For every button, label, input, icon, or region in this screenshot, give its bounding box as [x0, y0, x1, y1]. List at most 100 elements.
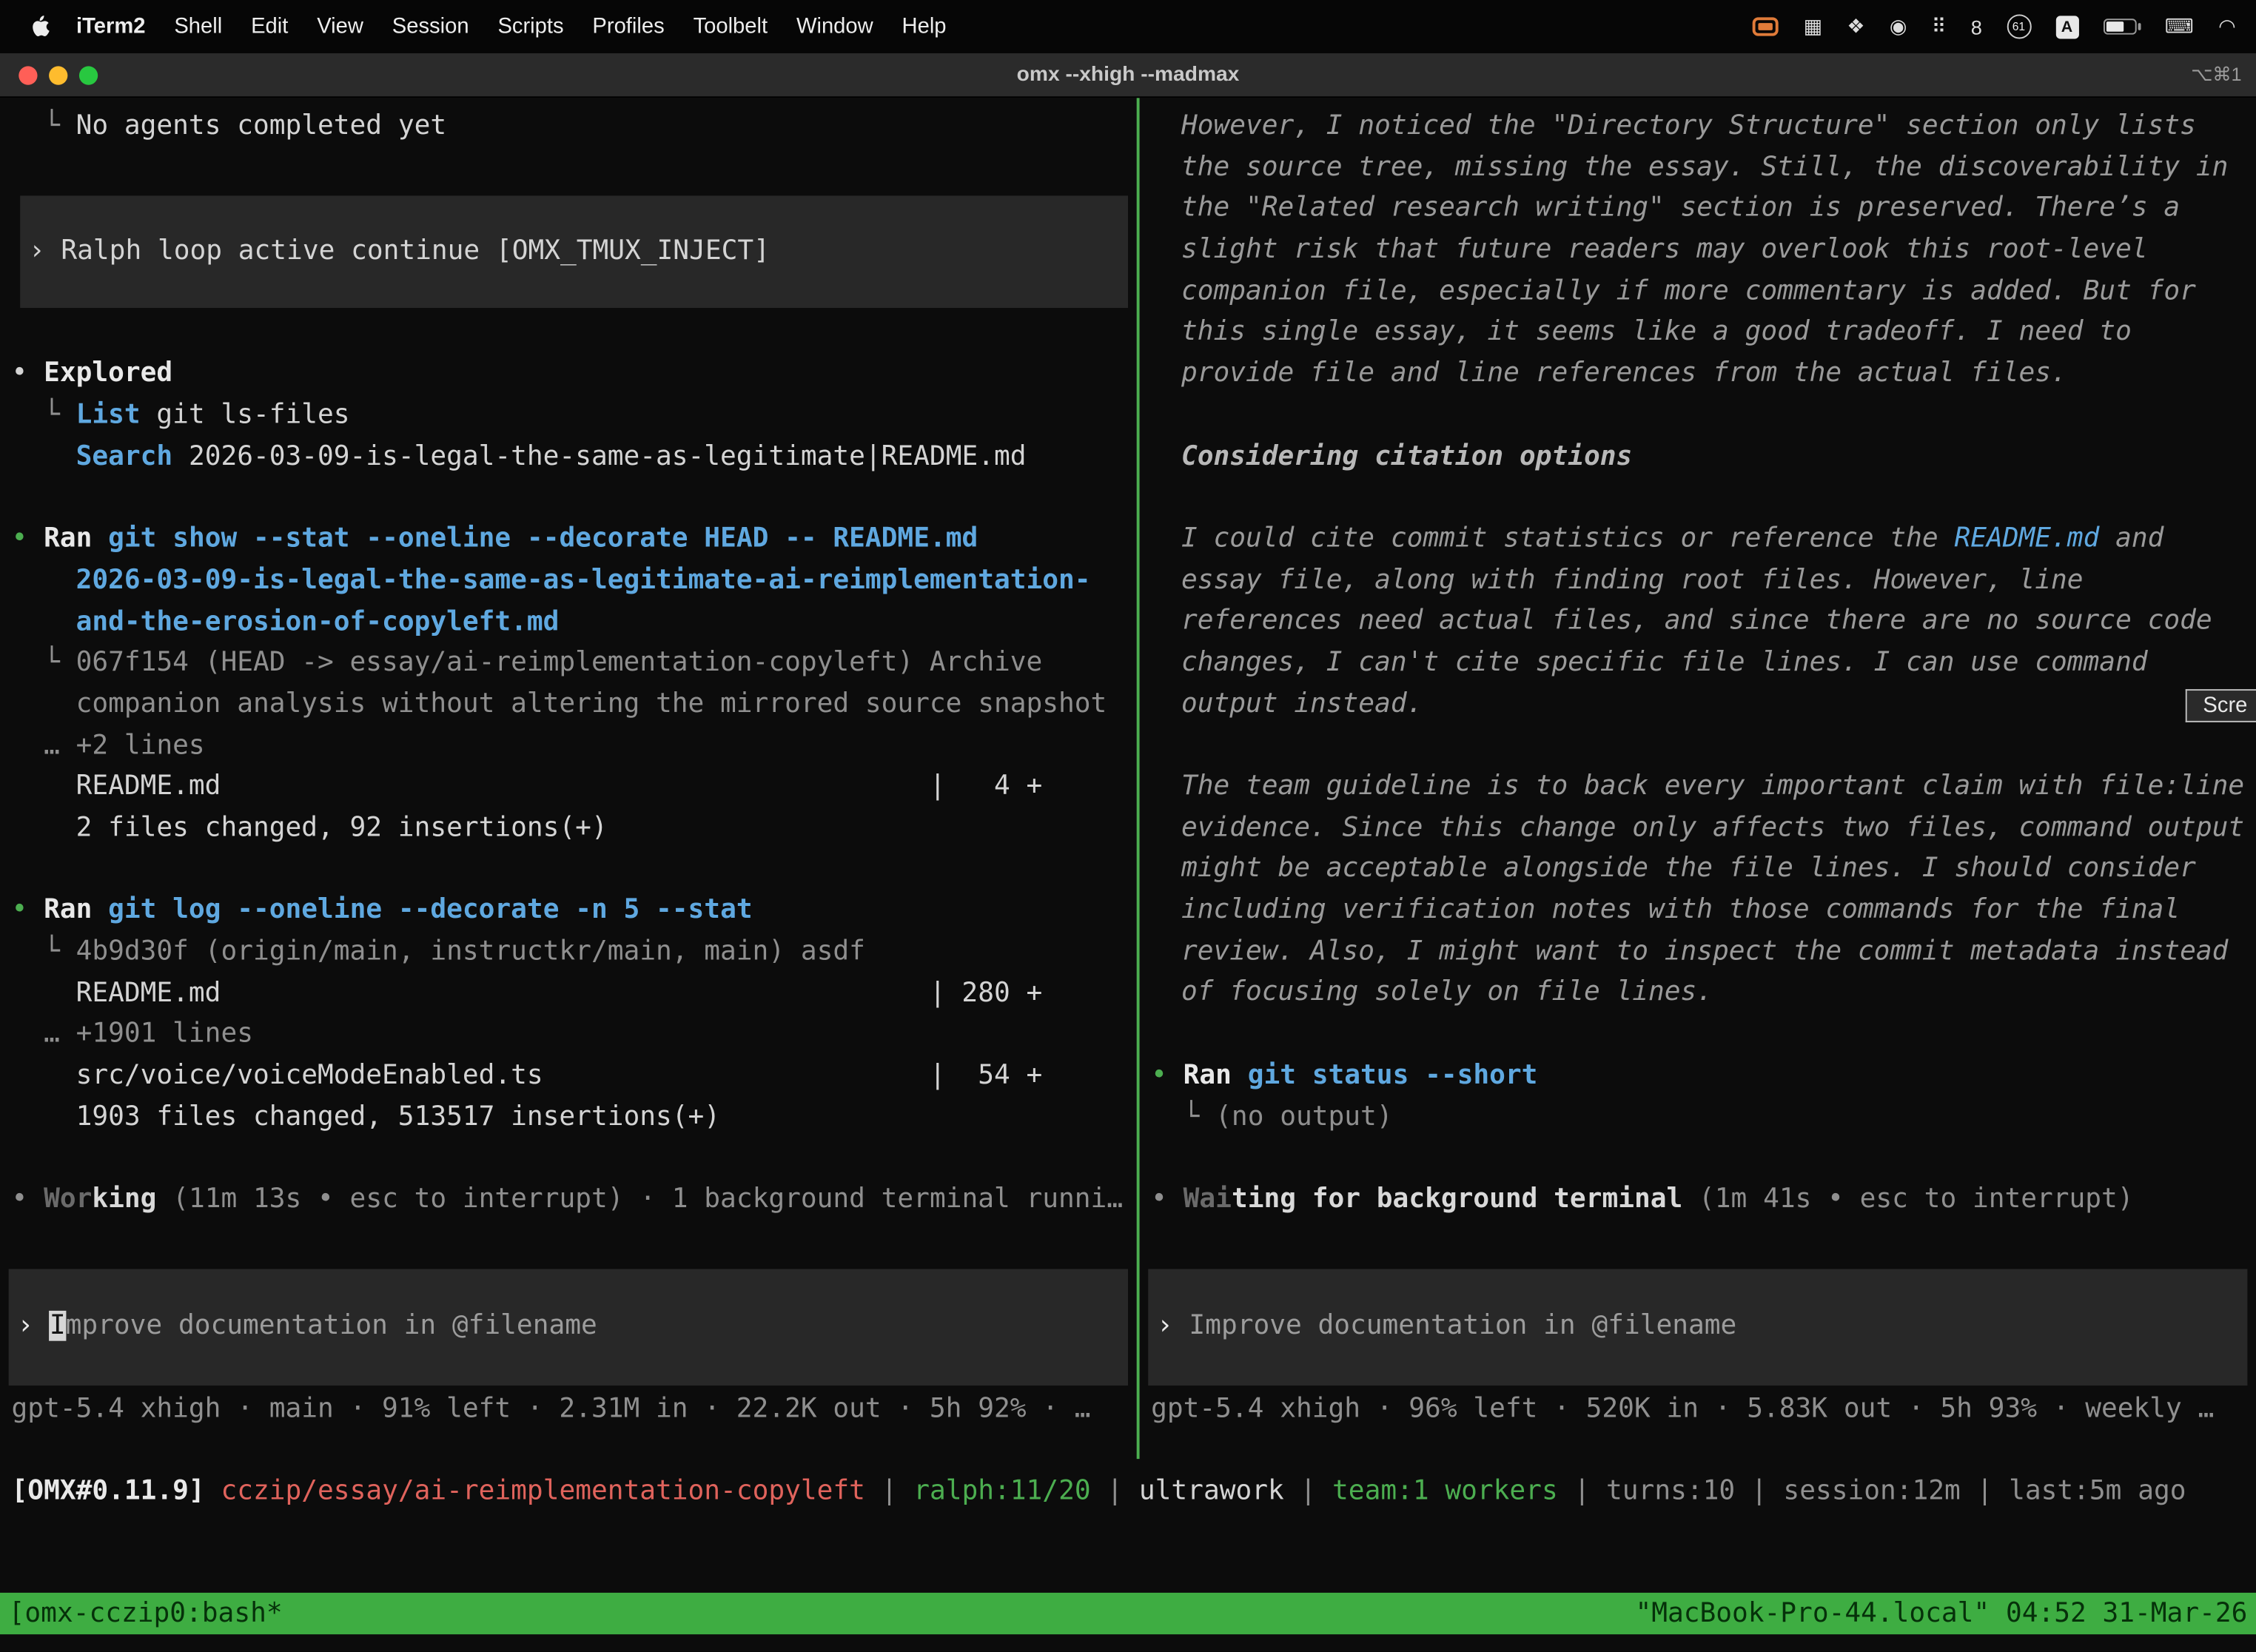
- terminal-line: changes, I can't cite specific file line…: [1181, 643, 2256, 685]
- terminal-line: … +1901 lines: [12, 1015, 1137, 1056]
- terminal-line: 2 files changed, 92 insertions(+): [12, 808, 1137, 850]
- input-source-badge[interactable]: A: [2055, 15, 2078, 38]
- model-status-line-right: gpt-5.4 xhigh · 96% left · 520K in · 5.8…: [1140, 1389, 2256, 1430]
- blank-line: [12, 478, 1137, 520]
- screenshot-notification[interactable]: Scre: [2186, 689, 2256, 722]
- camera-icon[interactable]: ◉: [1890, 14, 1907, 38]
- menu-item-toolbelt[interactable]: Toolbelt: [679, 14, 782, 38]
- blank-line: [1151, 478, 2256, 520]
- blank-line: [1151, 1138, 2256, 1180]
- terminal-line: └ No agents completed yet: [12, 107, 1137, 148]
- tmux-pane-right: However, I noticed the "Directory Struct…: [1140, 98, 2256, 1459]
- terminal-line: I could cite commit statistics or refere…: [1181, 520, 2256, 561]
- menu-item-view[interactable]: View: [303, 14, 378, 38]
- dots-grid-icon[interactable]: ⠿: [1932, 14, 1947, 38]
- terminal-area: └ No agents completed yet › Ralph loop ac…: [0, 98, 2256, 1651]
- terminal-line: Search 2026-03-09-is-legal-the-same-as-l…: [12, 437, 1137, 478]
- terminal-line: Considering citation options: [1181, 437, 2256, 478]
- terminal-gap: [0, 1512, 2256, 1593]
- window-shortcut-badge: ⌥⌘1: [2191, 64, 2241, 87]
- menu-item-shell[interactable]: Shell: [160, 14, 237, 38]
- blank-line: [1151, 1015, 2256, 1056]
- tmux-session-info: [omx-cczip0:bash*: [9, 1593, 283, 1634]
- traffic-lights: [0, 65, 98, 84]
- menu-item-edit[interactable]: Edit: [237, 14, 303, 38]
- apple-logo-icon: [29, 13, 50, 39]
- terminal-line: companion file, especially if more comme…: [1181, 272, 2256, 313]
- terminal-line: the source tree, missing the essay. Stil…: [1181, 148, 2256, 189]
- terminal-line: • Ran git log --oneline --decorate -n 5 …: [12, 891, 1137, 933]
- menu-item-session[interactable]: Session: [377, 14, 483, 38]
- window-title-bar: omx --xhigh --madmax ⌥⌘1: [0, 53, 2256, 98]
- terminal-line: └ (no output): [1151, 1097, 2256, 1138]
- minimize-button[interactable]: [49, 65, 67, 84]
- terminal-line: └ 067f154 (HEAD -> essay/ai-reimplementa…: [12, 643, 1137, 685]
- terminal-line: the "Related research writing" section i…: [1181, 189, 2256, 230]
- terminal-line: slight risk that future readers may over…: [1181, 230, 2256, 272]
- terminal-line: The team guideline is to back every impo…: [1181, 767, 2256, 808]
- bottom-strip: [0, 1634, 2256, 1651]
- terminal-line: › Ralph loop active continue [OMX_TMUX_I…: [29, 231, 1119, 272]
- menu-item-help[interactable]: Help: [887, 14, 961, 38]
- blank-line: [1151, 395, 2256, 437]
- pane-right-output: However, I noticed the "Directory Struct…: [1140, 98, 2256, 1269]
- terminal-line: references need actual files, and since …: [1181, 602, 2256, 643]
- tmux-host-time: "MacBook-Pro-44.local" 04:52 31-Mar-26: [1635, 1593, 2247, 1634]
- terminal-line: provide file and line references from th…: [1181, 354, 2256, 395]
- iterm2-window: iTerm2ShellEditViewSessionScriptsProfile…: [0, 0, 2256, 1652]
- terminal-line: However, I noticed the "Directory Struct…: [1181, 107, 2256, 148]
- prompt-input-left[interactable]: › Improve documentation in @filename: [9, 1269, 1128, 1386]
- terminal-line: • Ran git status --short: [1151, 1055, 2256, 1097]
- terminal-line: • Ran git show --stat --oneline --decora…: [12, 520, 1137, 561]
- injected-prompt-box: › Ralph loop active continue [OMX_TMUX_I…: [20, 195, 1128, 309]
- terminal-line: README.md | 4 +: [12, 768, 1137, 809]
- terminal-line: output instead.: [1181, 685, 2256, 726]
- terminal-line: review. Also, I might want to inspect th…: [1181, 932, 2256, 973]
- terminal-line: this single essay, it seems like a good …: [1181, 313, 2256, 355]
- battery-gauge-icon[interactable]: 61: [2007, 14, 2031, 38]
- macos-menu-bar: iTerm2ShellEditViewSessionScriptsProfile…: [0, 0, 2256, 53]
- model-status-line-left: gpt-5.4 xhigh · main · 91% left · 2.31M …: [0, 1389, 1137, 1430]
- terminal-line: might be acceptable alongside the file l…: [1181, 850, 2256, 891]
- terminal-line: 1903 files changed, 513517 insertions(+): [12, 1098, 1137, 1139]
- apple-menu[interactable]: [29, 13, 50, 39]
- blank-line: [12, 850, 1137, 891]
- menu-item-iterm2[interactable]: iTerm2: [62, 14, 160, 38]
- terminal-line: README.md | 280 +: [12, 973, 1137, 1015]
- terminal-line: • Explored: [12, 355, 1137, 396]
- blank-line: [1151, 725, 2256, 767]
- blank-line: [12, 1138, 1137, 1180]
- prompt-text-left: › Improve documentation in @filename: [17, 1307, 1119, 1349]
- screen-recording-indicator[interactable]: [1753, 17, 1779, 36]
- tmux-status-bar: [omx-cczip0:bash* "MacBook-Pro-44.local"…: [0, 1593, 2256, 1634]
- terminal-line: essay file, along with finding root file…: [1181, 560, 2256, 602]
- prompt-input-right[interactable]: › Improve documentation in @filename: [1148, 1269, 2247, 1386]
- pane-left-output: └ No agents completed yet › Ralph loop ac…: [0, 98, 1137, 1269]
- tmux-panes: └ No agents completed yet › Ralph loop ac…: [0, 98, 2256, 1459]
- terminal-line: src/voice/voiceModeEnabled.ts | 54 +: [12, 1056, 1137, 1098]
- menu-items: iTerm2ShellEditViewSessionScriptsProfile…: [62, 14, 961, 38]
- terminal-line: and-the-erosion-of-copyleft.md: [12, 602, 1137, 644]
- omx-status-line: [OMX#0.11.9] cczip/essay/ai-reimplementa…: [0, 1471, 2256, 1512]
- terminal-line: • Waiting for background terminal (1m 41…: [1151, 1180, 2256, 1221]
- zoom-button[interactable]: [79, 65, 98, 84]
- menu-item-window[interactable]: Window: [782, 14, 888, 38]
- terminal-line: including verification notes with those …: [1181, 890, 2256, 932]
- terminal-line: evidence. Since this change only affects…: [1181, 808, 2256, 850]
- terminal-line: 2026-03-09-is-legal-the-same-as-legitima…: [12, 561, 1137, 602]
- menu-item-profiles[interactable]: Profiles: [578, 14, 679, 38]
- wifi-icon[interactable]: ◠: [2218, 14, 2236, 38]
- terminal-line: companion analysis without altering the …: [12, 685, 1137, 726]
- terminal-line: • Working (11m 13s • esc to interrupt) ·…: [12, 1180, 1137, 1221]
- menu-bar-status-icons: ▦ ❖ ◉ ⠿ 8 61 A ⌨ ◠: [1753, 14, 2236, 38]
- close-button[interactable]: [19, 65, 37, 84]
- hook-icon[interactable]: 8: [1971, 15, 1982, 38]
- terminal-line: └ List git ls-files: [12, 396, 1137, 437]
- grid-icon[interactable]: ▦: [1804, 14, 1823, 38]
- terminal-line: of focusing solely on file lines.: [1181, 973, 2256, 1015]
- battery-icon[interactable]: [2103, 19, 2136, 34]
- menu-item-scripts[interactable]: Scripts: [483, 14, 578, 38]
- terminal-line: └ 4b9d30f (origin/main, instructkr/main,…: [12, 933, 1137, 974]
- color-meter-icon[interactable]: ❖: [1847, 14, 1864, 38]
- keyboard-icon[interactable]: ⌨: [2165, 14, 2194, 38]
